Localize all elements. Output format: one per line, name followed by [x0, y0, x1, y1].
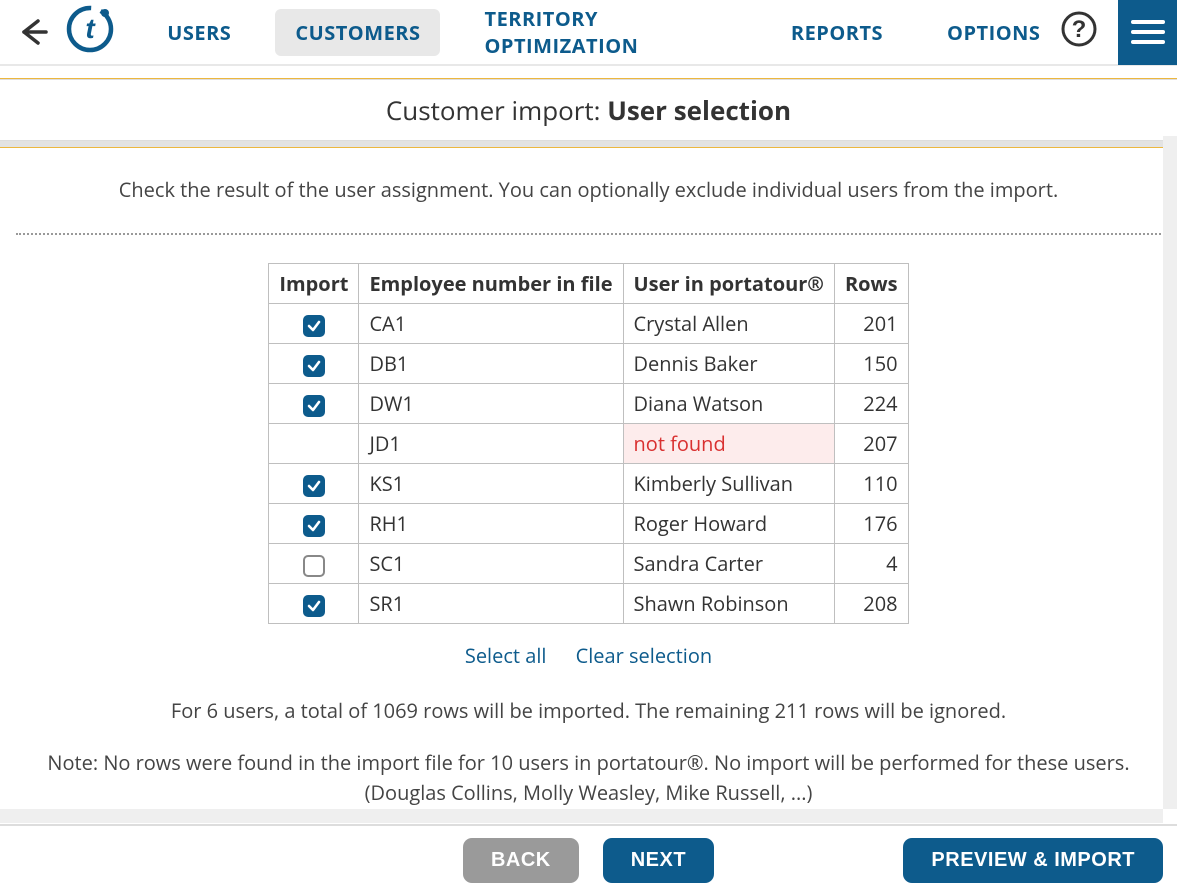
- import-cell: [269, 424, 359, 464]
- import-checkbox[interactable]: [303, 315, 325, 337]
- next-button[interactable]: NEXT: [603, 838, 714, 883]
- import-checkbox[interactable]: [303, 555, 325, 577]
- rows-cell: 201: [834, 304, 908, 344]
- rows-cell: 224: [834, 384, 908, 424]
- import-checkbox[interactable]: [303, 595, 325, 617]
- employee-cell: SR1: [359, 584, 623, 624]
- clear-selection-link[interactable]: Clear selection: [576, 642, 712, 669]
- svg-text:?: ?: [1072, 16, 1087, 43]
- user-cell: Shawn Robinson: [623, 584, 834, 624]
- rows-cell: 150: [834, 344, 908, 384]
- hamburger-menu-icon[interactable]: [1118, 0, 1177, 65]
- nav-reports[interactable]: REPORTS: [771, 9, 903, 56]
- import-checkbox[interactable]: [303, 475, 325, 497]
- user-cell: Crystal Allen: [623, 304, 834, 344]
- table-row: KS1Kimberly Sullivan110: [269, 464, 908, 504]
- import-checkbox[interactable]: [303, 515, 325, 537]
- col-import: Import: [269, 264, 359, 304]
- col-rows: Rows: [834, 264, 908, 304]
- instruction-text: Check the result of the user assignment.…: [28, 176, 1149, 203]
- rows-cell: 207: [834, 424, 908, 464]
- table-row: SR1Shawn Robinson208: [269, 584, 908, 624]
- user-cell: Diana Watson: [623, 384, 834, 424]
- user-cell: Dennis Baker: [623, 344, 834, 384]
- employee-cell: CA1: [359, 304, 623, 344]
- back-arrow-icon[interactable]: [14, 11, 51, 53]
- nav-users[interactable]: USERS: [147, 9, 251, 56]
- page-title: Customer import: User selection: [0, 79, 1177, 141]
- back-button[interactable]: BACK: [463, 838, 579, 883]
- import-checkbox[interactable]: [303, 395, 325, 417]
- user-cell: Sandra Carter: [623, 544, 834, 584]
- table-row: CA1Crystal Allen201: [269, 304, 908, 344]
- col-user: User in portatour®: [623, 264, 834, 304]
- import-cell: [269, 504, 359, 544]
- svg-text:t: t: [86, 13, 97, 44]
- nav-customers[interactable]: CUSTOMERS: [275, 9, 440, 56]
- import-cell: [269, 344, 359, 384]
- import-cell: [269, 544, 359, 584]
- employee-cell: DB1: [359, 344, 623, 384]
- scrollbar-horizontal[interactable]: [0, 809, 1163, 823]
- select-all-link[interactable]: Select all: [465, 642, 547, 669]
- table-row: SC1Sandra Carter4: [269, 544, 908, 584]
- table-row: JD1not found207: [269, 424, 908, 464]
- rows-cell: 176: [834, 504, 908, 544]
- import-checkbox[interactable]: [303, 355, 325, 377]
- nav-options[interactable]: OPTIONS: [927, 9, 1060, 56]
- col-employee: Employee number in file: [359, 264, 623, 304]
- footer-bar: BACK NEXT PREVIEW & IMPORT: [0, 824, 1177, 894]
- employee-cell: KS1: [359, 464, 623, 504]
- import-cell: [269, 464, 359, 504]
- selection-links: Select all Clear selection: [8, 642, 1169, 669]
- page-title-bold: User selection: [607, 92, 791, 128]
- divider-dotted: [16, 233, 1161, 235]
- user-cell: Roger Howard: [623, 504, 834, 544]
- employee-cell: SC1: [359, 544, 623, 584]
- note-text: Note: No rows were found in the import f…: [38, 748, 1139, 808]
- app-logo-icon[interactable]: t: [65, 4, 115, 60]
- employee-cell: RH1: [359, 504, 623, 544]
- nav-territory[interactable]: TERRITORY OPTIMIZATION: [464, 0, 746, 69]
- employee-cell: DW1: [359, 384, 623, 424]
- import-cell: [269, 384, 359, 424]
- preview-import-button[interactable]: PREVIEW & IMPORT: [903, 838, 1163, 883]
- import-cell: [269, 304, 359, 344]
- table-row: DW1Diana Watson224: [269, 384, 908, 424]
- table-row: RH1Roger Howard176: [269, 504, 908, 544]
- summary-text: For 6 users, a total of 1069 rows will b…: [38, 697, 1139, 724]
- top-nav: t USERS CUSTOMERS TERRITORY OPTIMIZATION…: [0, 0, 1177, 66]
- rows-cell: 4: [834, 544, 908, 584]
- user-table: Import Employee number in file User in p…: [268, 263, 908, 624]
- rows-cell: 208: [834, 584, 908, 624]
- content-area: Check the result of the user assignment.…: [0, 136, 1177, 824]
- employee-cell: JD1: [359, 424, 623, 464]
- user-cell: Kimberly Sullivan: [623, 464, 834, 504]
- rows-cell: 110: [834, 464, 908, 504]
- help-icon[interactable]: ?: [1060, 10, 1098, 54]
- import-cell: [269, 584, 359, 624]
- page-title-prefix: Customer import:: [386, 92, 607, 128]
- note-line2: (Douglas Collins, Molly Weasley, Mike Ru…: [365, 779, 813, 806]
- table-row: DB1Dennis Baker150: [269, 344, 908, 384]
- user-cell: not found: [623, 424, 834, 464]
- note-line1: Note: No rows were found in the import f…: [47, 749, 1129, 776]
- scrollbar-vertical[interactable]: [1163, 136, 1177, 809]
